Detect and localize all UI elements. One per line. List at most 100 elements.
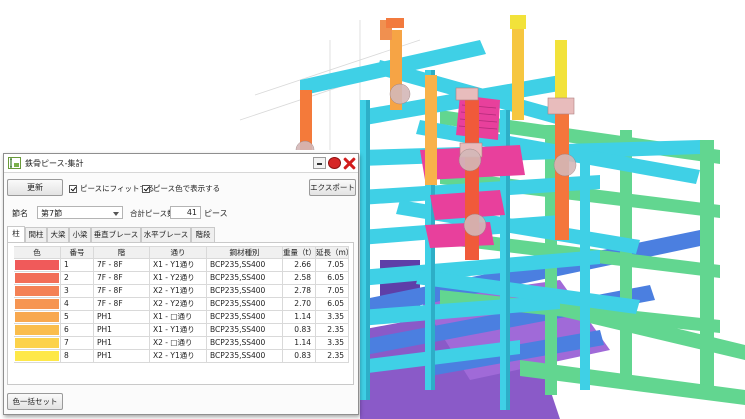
- header-floor[interactable]: 階: [94, 246, 150, 259]
- cell-floor: PH1: [94, 350, 150, 363]
- cell-weight: 0.83: [283, 350, 316, 363]
- section-select[interactable]: 第7節: [37, 206, 123, 219]
- cell-number: 8: [61, 350, 94, 363]
- minimize-button[interactable]: [313, 157, 326, 169]
- cell-color[interactable]: [14, 272, 61, 285]
- header-number[interactable]: 番号: [61, 246, 94, 259]
- cell-line: X1 - □通り: [150, 311, 207, 324]
- tab-beam[interactable]: 小梁: [69, 227, 91, 242]
- record-button[interactable]: [328, 157, 341, 169]
- piece-color-checkbox[interactable]: ピース色で表示する: [142, 183, 220, 194]
- tab-horizontal-brace[interactable]: 水平ブレース: [141, 227, 191, 242]
- table-row[interactable]: 5 PH1 X1 - □通り BCP235,SS400 1.14 3.35: [14, 311, 349, 324]
- color-swatch: [15, 273, 59, 283]
- color-swatch: [15, 299, 59, 309]
- tab-vertical-brace[interactable]: 垂直ブレース: [91, 227, 141, 242]
- cell-floor: 7F - 8F: [94, 272, 150, 285]
- header-line[interactable]: 通り: [150, 246, 207, 259]
- table-row[interactable]: 1 7F - 8F X1 - Y1通り BCP235,SS400 2.66 7.05: [14, 259, 349, 272]
- update-button[interactable]: 更新: [7, 179, 63, 196]
- cell-floor: 7F - 8F: [94, 285, 150, 298]
- tab-panel: 色 番号 階 通り 鋼材種別 重量（t） 延長（m） 17F - 8FX1 - …: [7, 242, 354, 385]
- cell-weight: 2.78: [283, 285, 316, 298]
- cell-color[interactable]: [14, 298, 61, 311]
- cell-number: 3: [61, 285, 94, 298]
- table-row[interactable]: 6 PH1 X1 - Y1通り BCP235,SS400 0.83 2.35: [14, 324, 349, 337]
- header-steel-type[interactable]: 鋼材種別: [207, 246, 283, 259]
- table-row[interactable]: 7 PH1 X2 - □通り BCP235,SS400 1.14 3.35: [14, 337, 349, 350]
- cell-steel-type: BCP235,SS400: [207, 285, 283, 298]
- close-icon[interactable]: [343, 157, 356, 169]
- table-row[interactable]: 4 7F - 8F X2 - Y2通り BCP235,SS400 2.70 6.05: [14, 298, 349, 311]
- app-icon: [8, 157, 21, 169]
- cell-number: 1: [61, 259, 94, 272]
- cell-weight: 2.70: [283, 298, 316, 311]
- piece-color-label: ピース色で表示する: [153, 184, 221, 193]
- cell-weight: 1.14: [283, 337, 316, 350]
- chevron-down-icon: [113, 212, 119, 216]
- color-swatch: [15, 286, 59, 296]
- cell-line: X2 - Y2通り: [150, 298, 207, 311]
- tab-column[interactable]: 柱: [7, 226, 25, 243]
- color-swatch: [15, 312, 59, 322]
- cell-number: 7: [61, 337, 94, 350]
- cell-line: X2 - Y1通り: [150, 285, 207, 298]
- cell-color[interactable]: [14, 259, 61, 272]
- cell-floor: PH1: [94, 337, 150, 350]
- cell-weight: 2.66: [283, 259, 316, 272]
- table-row[interactable]: 8 PH1 X2 - Y1通り BCP235,SS400 0.83 2.35: [14, 350, 349, 363]
- cell-number: 4: [61, 298, 94, 311]
- color-swatch: [15, 351, 59, 361]
- tab-stairs[interactable]: 階段: [191, 227, 215, 242]
- cell-floor: PH1: [94, 324, 150, 337]
- color-swatch: [15, 338, 59, 348]
- total-pieces-unit: ピース: [204, 209, 228, 218]
- checkbox-checked-icon: [69, 184, 77, 193]
- cell-length: 7.05: [316, 285, 349, 298]
- cell-weight: 1.14: [283, 311, 316, 324]
- cell-weight: 0.83: [283, 324, 316, 337]
- checkbox-checked-icon: [142, 184, 150, 193]
- cell-steel-type: BCP235,SS400: [207, 272, 283, 285]
- total-pieces-value: 41: [170, 206, 201, 219]
- cell-line: X1 - Y2通り: [150, 272, 207, 285]
- steel-piece-summary-window: 鉄骨ピース-集計 更新 ピースにフィットする ピース色で表示する エクスポート …: [3, 153, 359, 415]
- cell-weight: 2.58: [283, 272, 316, 285]
- cell-color[interactable]: [14, 311, 61, 324]
- table-row[interactable]: 3 7F - 8F X2 - Y1通り BCP235,SS400 2.78 7.05: [14, 285, 349, 298]
- header-length[interactable]: 延長（m）: [316, 246, 349, 259]
- header-weight[interactable]: 重量（t）: [283, 246, 316, 259]
- color-swatch: [15, 325, 59, 335]
- cell-steel-type: BCP235,SS400: [207, 350, 283, 363]
- cell-floor: PH1: [94, 311, 150, 324]
- cell-number: 5: [61, 311, 94, 324]
- cell-steel-type: BCP235,SS400: [207, 259, 283, 272]
- cell-color[interactable]: [14, 285, 61, 298]
- tab-stud[interactable]: 間柱: [25, 227, 47, 242]
- cell-length: 3.35: [316, 311, 349, 324]
- export-button[interactable]: エクスポート: [309, 179, 356, 196]
- cell-length: 2.35: [316, 350, 349, 363]
- cell-steel-type: BCP235,SS400: [207, 324, 283, 337]
- table-row[interactable]: 2 7F - 8F X1 - Y2通り BCP235,SS400 2.58 6.05: [14, 272, 349, 285]
- title-bar[interactable]: 鉄骨ピース-集計: [4, 154, 358, 173]
- cell-color[interactable]: [14, 337, 61, 350]
- cell-length: 2.35: [316, 324, 349, 337]
- cell-number: 2: [61, 272, 94, 285]
- section-select-value: 第7節: [41, 209, 63, 218]
- cell-color[interactable]: [14, 324, 61, 337]
- header-color[interactable]: 色: [14, 246, 61, 259]
- cell-color[interactable]: [14, 350, 61, 363]
- cell-steel-type: BCP235,SS400: [207, 337, 283, 350]
- cell-floor: 7F - 8F: [94, 298, 150, 311]
- cell-line: X2 - Y1通り: [150, 350, 207, 363]
- tab-girder[interactable]: 大梁: [47, 227, 69, 242]
- window-title: 鉄骨ピース-集計: [25, 159, 84, 168]
- color-batch-set-button[interactable]: 色一括セット: [7, 393, 63, 410]
- cell-length: 3.35: [316, 337, 349, 350]
- cell-length: 6.05: [316, 298, 349, 311]
- cell-line: X2 - □通り: [150, 337, 207, 350]
- cell-floor: 7F - 8F: [94, 259, 150, 272]
- cell-length: 7.05: [316, 259, 349, 272]
- total-pieces-label: 合計ピース数: [130, 209, 175, 218]
